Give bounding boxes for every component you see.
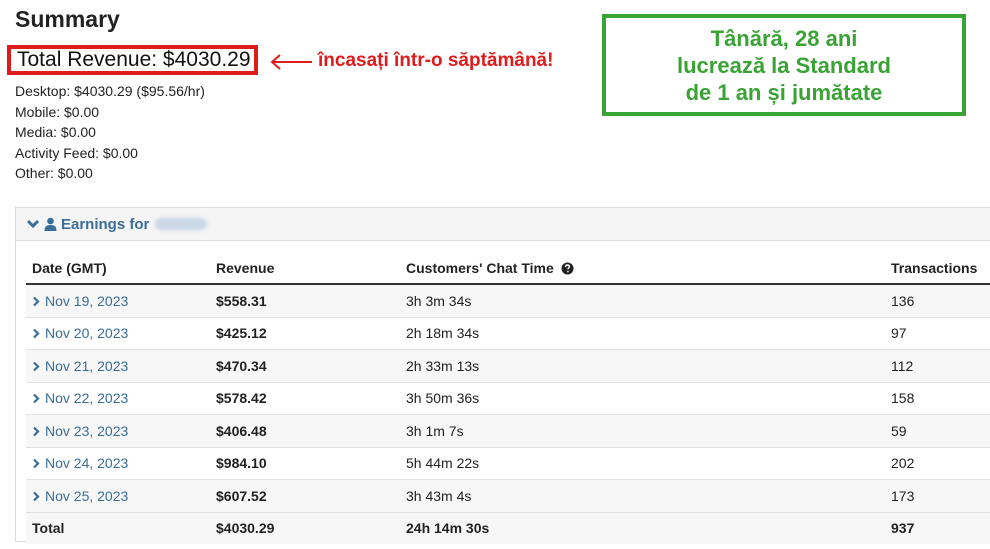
revenue-cell: $558.31 bbox=[210, 283, 400, 317]
transactions-cell: 158 bbox=[885, 381, 990, 415]
chevron-right-icon[interactable] bbox=[32, 296, 40, 307]
date-cell[interactable]: Nov 19, 2023 bbox=[26, 283, 210, 317]
breakdown-other: Other: $0.00 bbox=[15, 165, 93, 181]
chevron-right-icon[interactable] bbox=[32, 491, 40, 502]
chat-time-cell: 3h 50m 36s bbox=[400, 381, 885, 415]
chat-time-cell: 5h 44m 22s bbox=[400, 446, 885, 480]
green-annotation-line: lucrează la Standard bbox=[677, 52, 891, 78]
revenue-cell: $470.34 bbox=[210, 349, 400, 382]
date-link[interactable]: Nov 24, 2023 bbox=[45, 455, 128, 471]
date-cell[interactable]: Nov 24, 2023 bbox=[26, 446, 210, 480]
chevron-right-icon[interactable] bbox=[32, 328, 40, 339]
table-header-row: Date (GMT) Revenue Customers' Chat Time … bbox=[26, 252, 990, 285]
date-link[interactable]: Nov 23, 2023 bbox=[45, 423, 128, 439]
chevron-right-icon[interactable] bbox=[32, 393, 40, 404]
date-cell[interactable]: Nov 23, 2023 bbox=[26, 414, 210, 447]
earnings-header-label: Earnings for bbox=[61, 215, 150, 233]
total-label: Total bbox=[26, 511, 210, 544]
green-annotation-line: de 1 an și jumătate bbox=[685, 79, 883, 105]
date-cell[interactable]: Nov 22, 2023 bbox=[26, 381, 210, 415]
column-header-date[interactable]: Date (GMT) bbox=[26, 252, 210, 285]
total-chat-time: 24h 14m 30s bbox=[400, 511, 885, 544]
green-annotation-box: Tânără, 28 ani lucrează la Standard de 1… bbox=[602, 14, 966, 116]
date-link[interactable]: Nov 25, 2023 bbox=[45, 488, 128, 504]
total-transactions: 937 bbox=[885, 511, 990, 544]
chevron-down-icon[interactable] bbox=[26, 218, 40, 230]
blurred-username bbox=[155, 218, 208, 230]
total-revenue-highlight: Total Revenue: $4030.29 bbox=[7, 45, 258, 75]
transactions-cell: 202 bbox=[885, 446, 990, 480]
column-header-transactions[interactable]: Transactions bbox=[885, 252, 990, 285]
transactions-cell: 136 bbox=[885, 283, 990, 317]
summary-title: Summary bbox=[15, 6, 120, 32]
revenue-cell: $607.52 bbox=[210, 479, 400, 512]
date-cell[interactable]: Nov 25, 2023 bbox=[26, 479, 210, 512]
chevron-right-icon[interactable] bbox=[32, 361, 40, 372]
total-revenue-cell: $4030.29 bbox=[210, 511, 400, 544]
table-row[interactable]: Nov 19, 2023 $558.31 3h 3m 34s 136 bbox=[26, 283, 990, 317]
table-total-row: Total $4030.29 24h 14m 30s 937 bbox=[26, 511, 990, 544]
transactions-cell: 173 bbox=[885, 479, 990, 512]
date-link[interactable]: Nov 20, 2023 bbox=[45, 325, 128, 341]
column-header-chat-time[interactable]: Customers' Chat Time bbox=[400, 252, 885, 285]
red-annotation: încasați într-o săptămână! bbox=[318, 50, 554, 71]
earnings-table: Date (GMT) Revenue Customers' Chat Time … bbox=[26, 252, 990, 544]
revenue-cell: $984.10 bbox=[210, 446, 400, 480]
green-annotation-line: Tânără, 28 ani bbox=[710, 25, 858, 51]
table-row[interactable]: Nov 24, 2023 $984.10 5h 44m 22s 202 bbox=[26, 446, 990, 480]
table-row[interactable]: Nov 23, 2023 $406.48 3h 1m 7s 59 bbox=[26, 414, 990, 447]
earnings-panel-header[interactable]: Earnings for bbox=[16, 208, 990, 241]
breakdown-desktop: Desktop: $4030.29 ($95.56/hr) bbox=[15, 83, 205, 99]
breakdown-activity-feed: Activity Feed: $0.00 bbox=[15, 144, 138, 161]
table-row[interactable]: Nov 21, 2023 $470.34 2h 33m 13s 112 bbox=[26, 349, 990, 382]
revenue-breakdown: Desktop: $4030.29 ($95.56/hr) Mobile: $0… bbox=[15, 81, 205, 184]
revenue-cell: $406.48 bbox=[210, 414, 400, 447]
date-cell[interactable]: Nov 21, 2023 bbox=[26, 349, 210, 382]
date-link[interactable]: Nov 19, 2023 bbox=[45, 293, 128, 309]
question-circle-icon[interactable] bbox=[561, 262, 574, 275]
chat-time-cell: 3h 3m 34s bbox=[400, 283, 885, 317]
breakdown-mobile: Mobile: $0.00 bbox=[15, 103, 100, 120]
user-icon bbox=[44, 217, 57, 231]
chat-time-cell: 2h 33m 13s bbox=[400, 349, 885, 382]
breakdown-media: Media: $0.00 bbox=[15, 124, 96, 140]
table-row[interactable]: Nov 22, 2023 $578.42 3h 50m 36s 158 bbox=[26, 381, 990, 415]
chat-time-label: Customers' Chat Time bbox=[406, 259, 554, 276]
date-cell[interactable]: Nov 20, 2023 bbox=[26, 316, 210, 350]
total-revenue: Total Revenue: $4030.29 bbox=[17, 48, 251, 71]
chat-time-cell: 3h 1m 7s bbox=[400, 414, 885, 447]
transactions-cell: 59 bbox=[885, 414, 990, 447]
table-row[interactable]: Nov 25, 2023 $607.52 3h 43m 4s 173 bbox=[26, 479, 990, 512]
transactions-cell: 112 bbox=[885, 349, 990, 382]
column-header-revenue[interactable]: Revenue bbox=[210, 252, 400, 285]
chevron-right-icon[interactable] bbox=[32, 458, 40, 469]
earnings-panel: Earnings for Date (GMT) Revenue Customer… bbox=[15, 207, 990, 544]
chat-time-cell: 2h 18m 34s bbox=[400, 316, 885, 350]
revenue-cell: $578.42 bbox=[210, 381, 400, 415]
chat-time-cell: 3h 43m 4s bbox=[400, 479, 885, 512]
transactions-cell: 97 bbox=[885, 316, 990, 350]
date-link[interactable]: Nov 21, 2023 bbox=[45, 358, 128, 374]
table-row[interactable]: Nov 20, 2023 $425.12 2h 18m 34s 97 bbox=[26, 316, 990, 350]
chevron-right-icon[interactable] bbox=[32, 426, 40, 437]
revenue-cell: $425.12 bbox=[210, 316, 400, 350]
arrow-left-icon bbox=[270, 54, 312, 70]
date-link[interactable]: Nov 22, 2023 bbox=[45, 390, 128, 406]
